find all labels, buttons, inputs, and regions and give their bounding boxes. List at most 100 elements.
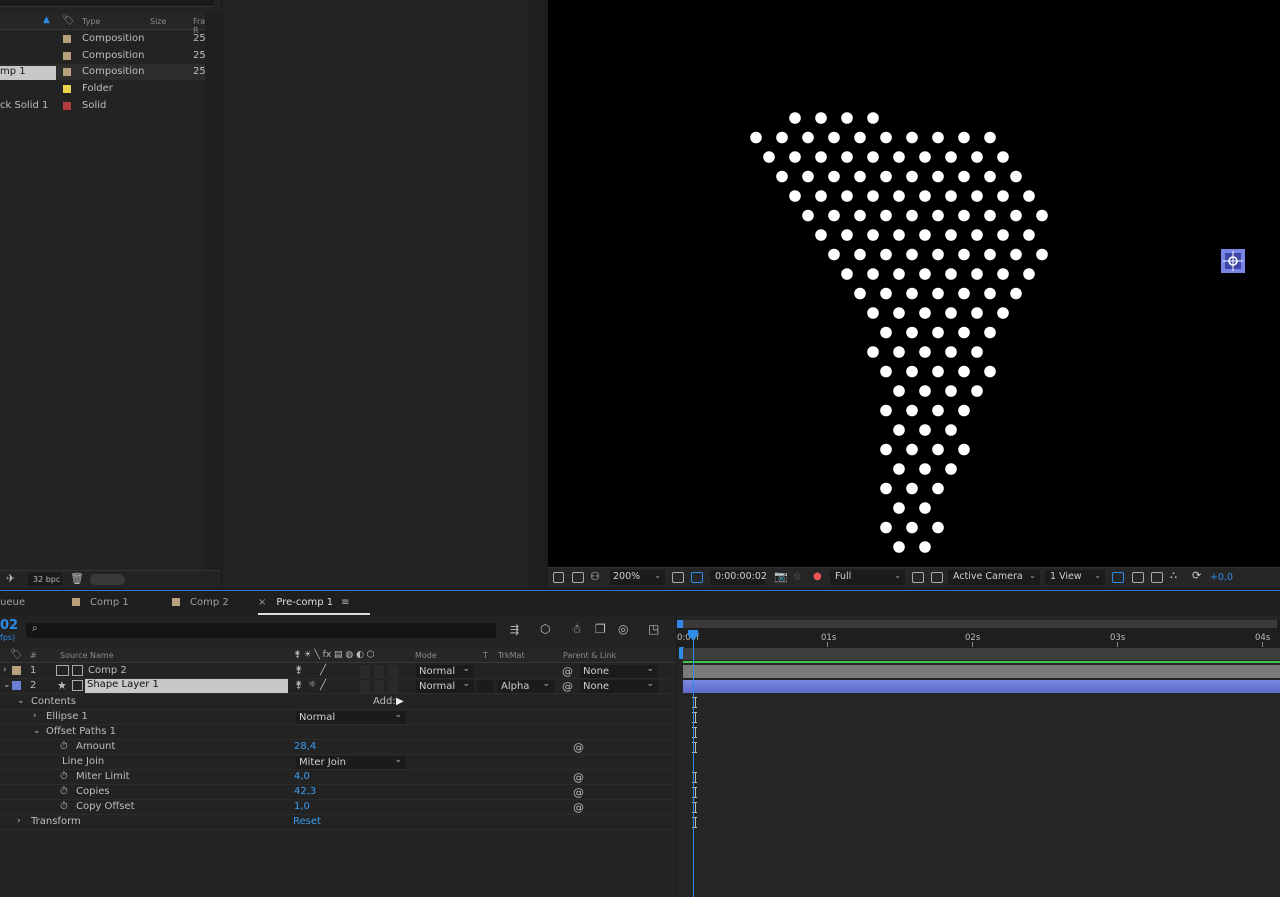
project-scrollbar[interactable] (205, 12, 221, 570)
line-join-dropdown[interactable]: Miter Join ⌄ (296, 755, 406, 769)
property-miter-limit[interactable]: ⏱ Miter Limit 4,0 @ (0, 770, 676, 785)
layer-name[interactable]: Shape Layer 1 (85, 679, 288, 693)
project-item[interactable]: ck Solid 1 Solid (0, 98, 205, 114)
copy-offset-value[interactable]: 1,0 (294, 801, 310, 812)
panel-scrollbar[interactable] (528, 0, 545, 588)
resolution-dropdown[interactable]: Full ⌄ (830, 570, 905, 585)
chevron-down-icon[interactable]: ⌄ (33, 726, 41, 736)
chevron-right-icon[interactable]: › (33, 711, 37, 721)
monitor-icon[interactable] (572, 572, 584, 583)
chevron-down-icon[interactable]: ⌄ (3, 680, 11, 690)
composition-viewer[interactable] (548, 0, 1280, 567)
mask-icon[interactable]: ⚇ (590, 570, 600, 583)
column-type[interactable]: Type (82, 17, 100, 26)
sort-arrow-icon[interactable]: ▲ (43, 15, 50, 25)
layer-name[interactable]: Comp 2 (88, 665, 127, 676)
thumbnail-slider[interactable] (90, 574, 125, 585)
flowchart-icon[interactable]: ⛬ (1170, 570, 1177, 581)
label-color-swatch[interactable] (63, 68, 71, 76)
time-ruler[interactable]: 0:00f 01s 02s 03s 04s (677, 620, 1280, 648)
blend-mode-dropdown[interactable]: Normal ⌄ (296, 710, 406, 724)
preserve-transparency-toggle[interactable] (477, 680, 493, 693)
quality-icon[interactable]: ╱ (320, 665, 326, 676)
label-tag-icon[interactable]: 🏷 (10, 649, 23, 660)
property-line-join[interactable]: Line Join Miter Join ⌄ (0, 755, 676, 770)
amount-value[interactable]: 28,4 (294, 741, 316, 752)
layer-search-input[interactable]: ⌕ (26, 623, 496, 638)
exposure-value[interactable]: +0,0 (1210, 572, 1233, 583)
graph-editor-icon[interactable]: ◳ (648, 622, 659, 636)
view-layout-dropdown[interactable]: 1 View ⌄ (1045, 570, 1105, 585)
reset-link[interactable]: Reset (293, 816, 321, 827)
work-area-bar[interactable] (680, 620, 1277, 628)
pick-whip-icon[interactable]: @ (573, 771, 584, 784)
transparency-grid-icon[interactable] (931, 572, 943, 583)
layer-label-swatch[interactable] (12, 666, 21, 675)
column-source-name[interactable]: Source Name (60, 651, 114, 660)
column-number[interactable]: # (30, 651, 37, 660)
property-amount[interactable]: ⏱ Amount 28,4 @ (0, 740, 676, 755)
work-area-start-handle[interactable] (677, 620, 683, 628)
switch-slot[interactable] (388, 680, 398, 693)
tab-pre-comp-1[interactable]: × Pre-comp 1 ≡ (258, 597, 350, 608)
layer-label-swatch[interactable] (12, 681, 21, 690)
grid-icon[interactable] (672, 572, 684, 583)
switches-icons[interactable]: ⚵ ☀ ╲ fx ▤ ◍ ◐ ⬡ (294, 650, 375, 660)
current-time-field[interactable]: 0:00:00:02 (710, 570, 767, 585)
collapse-transform-icon[interactable]: ⚵ (295, 680, 302, 691)
column-mode[interactable]: Mode (415, 651, 437, 660)
snapshot-camera-icon[interactable]: 📷 (774, 570, 788, 583)
layer-bar-shape-layer-1[interactable] (683, 680, 1280, 693)
stopwatch-icon[interactable]: ⏱ (60, 801, 68, 812)
tab-menu-icon[interactable]: ≡ (341, 597, 349, 608)
stopwatch-icon[interactable]: ⏱ (60, 741, 68, 752)
label-color-swatch[interactable] (63, 85, 71, 93)
add-play-icon[interactable]: ▶ (396, 696, 404, 707)
label-color-swatch[interactable] (63, 52, 71, 60)
current-time-display[interactable]: 02 (0, 618, 18, 633)
pick-whip-icon[interactable]: @ (573, 801, 584, 814)
mode-dropdown[interactable]: Normal ⌄ (416, 664, 474, 678)
motion-blur-icon[interactable]: ◎ (618, 622, 628, 636)
pick-whip-icon[interactable]: @ (562, 680, 573, 693)
always-preview-icon[interactable] (553, 572, 564, 583)
switch-slot[interactable] (374, 680, 384, 693)
frame-blending-icon[interactable]: ❐ (595, 622, 606, 636)
draft-3d-icon[interactable]: ⬡ (540, 622, 550, 636)
chevron-right-icon[interactable]: › (17, 816, 21, 826)
pick-whip-icon[interactable]: @ (573, 786, 584, 799)
column-parent[interactable]: Parent & Link (563, 651, 616, 660)
stopwatch-icon[interactable]: ⏱ (60, 786, 68, 797)
switch-slot[interactable] (360, 665, 370, 678)
chevron-down-icon[interactable]: ⌄ (17, 696, 25, 706)
stopwatch-icon[interactable]: ⏱ (60, 771, 68, 782)
layer-row-selected[interactable]: ⌄ 2 ★ Shape Layer 1 ⚵ ☼ ╱ Normal ⌄ Alpha ⌄… (0, 679, 676, 694)
toggle-pixel-aspect-icon[interactable] (1112, 572, 1124, 583)
trash-icon[interactable]: 🗑 (70, 572, 84, 585)
mode-dropdown[interactable]: Normal ⌄ (416, 679, 474, 693)
label-tag-icon[interactable]: 🏷 (62, 15, 75, 26)
pick-whip-icon[interactable]: @ (573, 741, 584, 754)
column-trkmat[interactable]: TrkMat (498, 651, 525, 660)
column-size[interactable]: Size (150, 17, 166, 26)
parent-dropdown[interactable]: None ⌄ (580, 679, 658, 693)
switch-slot[interactable] (360, 680, 370, 693)
property-copies[interactable]: ⏱ Copies 42,3 @ (0, 785, 676, 800)
camera-dropdown[interactable]: Active Camera ⌄ (948, 570, 1040, 585)
anchor-point-icon[interactable] (1220, 248, 1246, 274)
project-item[interactable]: Composition 25 ⛬ (0, 31, 213, 47)
project-item-selected[interactable]: mp 1 Composition 25 (0, 64, 206, 80)
channel-rgb-icon[interactable]: ● (813, 571, 822, 582)
playhead-line[interactable] (693, 632, 694, 897)
project-item[interactable]: Composition 25 (0, 48, 206, 64)
shy-icon[interactable]: ☼ (308, 680, 316, 690)
fast-preview-icon[interactable] (912, 572, 924, 583)
reset-exposure-icon[interactable]: ⟳ (1192, 569, 1201, 582)
switch-slot[interactable] (374, 665, 384, 678)
zoom-dropdown[interactable]: 200% ⌄ (610, 570, 665, 585)
property-ellipse[interactable]: › Ellipse 1 Normal ⌄ (0, 710, 676, 725)
shy-layers-icon[interactable]: ☃ (571, 622, 582, 636)
chevron-right-icon[interactable]: › (3, 665, 7, 675)
tab-render-queue[interactable]: ueue (0, 597, 25, 608)
property-offset-paths[interactable]: ⌄ Offset Paths 1 (0, 725, 676, 740)
